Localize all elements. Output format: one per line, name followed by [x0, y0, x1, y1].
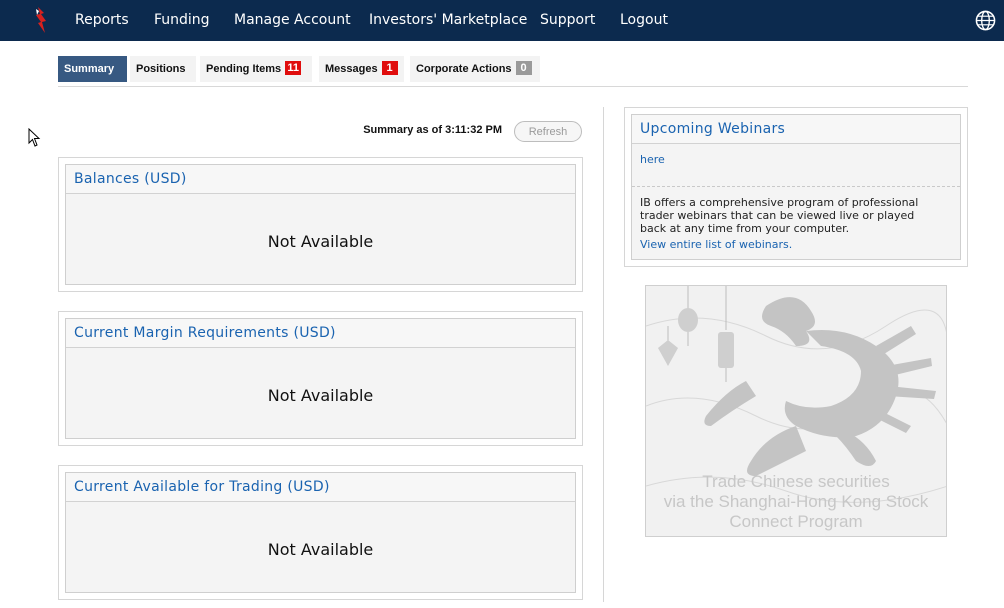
column-divider	[603, 107, 604, 602]
tab-positions[interactable]: Positions	[130, 56, 196, 82]
balances-panel-title[interactable]: Balances (USD)	[74, 171, 187, 187]
nav-investors-marketplace[interactable]: Investors' Marketplace	[369, 0, 527, 41]
nav-funding[interactable]: Funding	[154, 0, 210, 41]
margin-requirements-panel-header: Current Margin Requirements (USD)	[66, 319, 575, 348]
available-for-trading-panel-header: Current Available for Trading (USD)	[66, 473, 575, 502]
webinars-description: IB offers a comprehensive program of pro…	[640, 196, 919, 235]
available-for-trading-panel: Current Available for Trading (USD) Not …	[58, 465, 583, 600]
tab-positions-label: Positions	[136, 63, 186, 75]
ad-line-2: via the Shanghai-Hong Kong Stock	[663, 492, 929, 511]
tab-corporate-actions[interactable]: Corporate Actions 0	[410, 56, 540, 82]
available-for-trading-panel-title[interactable]: Current Available for Trading (USD)	[74, 479, 330, 495]
corporate-actions-count-badge: 0	[515, 61, 532, 76]
tab-summary-label: Summary	[64, 63, 115, 75]
tab-messages-label: Messages	[325, 63, 378, 75]
pending-items-count-badge: 11	[285, 61, 302, 76]
tab-summary[interactable]: Summary	[58, 56, 127, 82]
nav-manage-account[interactable]: Manage Account	[234, 0, 351, 41]
margin-requirements-panel-title[interactable]: Current Margin Requirements (USD)	[74, 325, 336, 341]
messages-count-badge: 1	[381, 61, 398, 76]
balances-panel: Balances (USD) Not Available	[58, 157, 583, 292]
upcoming-webinars-panel: Upcoming Webinars here IB offers a compr…	[624, 107, 968, 267]
balances-value: Not Available	[267, 232, 374, 251]
top-nav-bar: Reports Funding Manage Account Investors…	[0, 0, 1004, 41]
tabs-divider	[58, 86, 968, 87]
ib-logo-icon[interactable]	[32, 5, 50, 35]
ad-text: Trade Chinese securities via the Shangha…	[646, 472, 946, 532]
webinars-here-link[interactable]: here	[640, 153, 665, 166]
summary-timestamp: Summary as of 3:11:32 PM	[363, 124, 502, 136]
margin-requirements-panel: Current Margin Requirements (USD) Not Av…	[58, 311, 583, 446]
tab-pending-items-label: Pending Items	[206, 63, 282, 75]
balances-panel-header: Balances (USD)	[66, 165, 575, 194]
ad-line-3: Connect Program	[729, 512, 863, 531]
available-for-trading-value: Not Available	[267, 540, 374, 559]
nav-reports[interactable]: Reports	[75, 0, 129, 41]
shanghai-hong-kong-connect-ad[interactable]: Trade Chinese securities via the Shangha…	[645, 285, 947, 537]
nav-logout[interactable]: Logout	[620, 0, 668, 41]
tab-pending-items[interactable]: Pending Items 11	[200, 56, 312, 82]
upcoming-webinars-title[interactable]: Upcoming Webinars	[640, 121, 785, 137]
refresh-button[interactable]: Refresh	[514, 121, 582, 142]
margin-requirements-value: Not Available	[267, 386, 374, 405]
tab-messages[interactable]: Messages 1	[319, 56, 404, 82]
view-webinars-list-link[interactable]: View entire list of webinars.	[640, 238, 792, 251]
nav-support[interactable]: Support	[540, 0, 595, 41]
webinars-separator	[632, 186, 960, 187]
ad-line-1: Trade Chinese securities	[702, 472, 890, 491]
tab-corporate-actions-label: Corporate Actions	[416, 63, 512, 75]
upcoming-webinars-header: Upcoming Webinars	[632, 115, 960, 144]
mouse-cursor-icon	[28, 128, 41, 147]
globe-icon[interactable]	[975, 10, 996, 31]
